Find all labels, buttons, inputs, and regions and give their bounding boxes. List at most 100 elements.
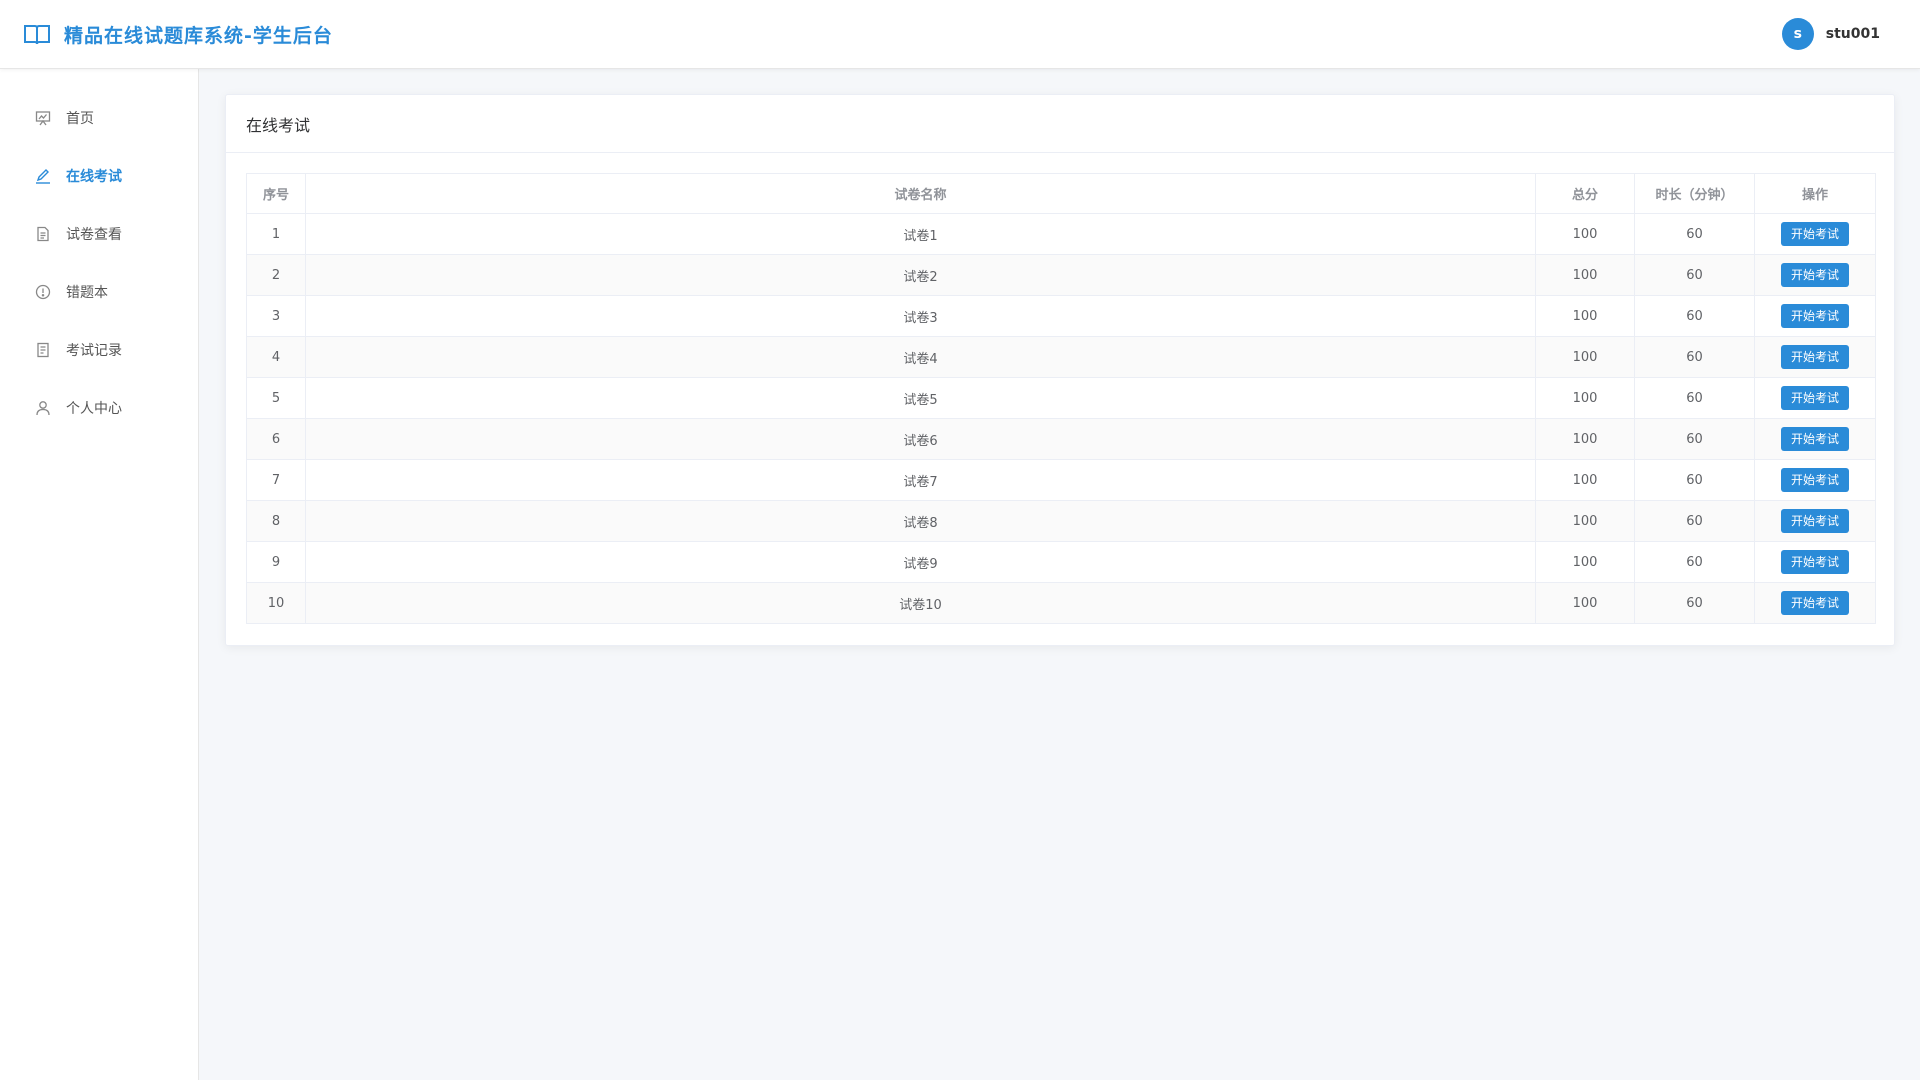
start-exam-button[interactable]: 开始考试 [1780, 550, 1849, 574]
table-row: 7 试卷7 100 60 开始考试 [246, 459, 1876, 501]
cell-action: 开始考试 [1754, 377, 1876, 419]
sidebar-item-exam-records[interactable]: 考试记录 [0, 321, 198, 379]
cell-paper-name: 试卷1 [305, 213, 1536, 255]
cell-score: 100 [1535, 541, 1635, 583]
cell-paper-name: 试卷6 [305, 418, 1536, 460]
start-exam-button[interactable]: 开始考试 [1780, 386, 1849, 410]
table-row: 2 试卷2 100 60 开始考试 [246, 254, 1876, 296]
cell-duration: 60 [1634, 377, 1755, 419]
column-header-name: 试卷名称 [305, 173, 1536, 214]
cell-index: 4 [246, 336, 306, 378]
cell-score: 100 [1535, 459, 1635, 501]
cell-paper-name: 试卷4 [305, 336, 1536, 378]
start-exam-button[interactable]: 开始考试 [1780, 591, 1849, 615]
start-exam-button[interactable]: 开始考试 [1780, 263, 1849, 287]
cell-score: 100 [1535, 336, 1635, 378]
start-exam-button[interactable]: 开始考试 [1780, 345, 1849, 369]
table-row: 5 试卷5 100 60 开始考试 [246, 377, 1876, 419]
cell-duration: 60 [1634, 541, 1755, 583]
cell-action: 开始考试 [1754, 500, 1876, 542]
cell-duration: 60 [1634, 500, 1755, 542]
cell-index: 6 [246, 418, 306, 460]
cell-action: 开始考试 [1754, 213, 1876, 255]
sidebar-item-label: 试卷查看 [66, 227, 122, 243]
avatar[interactable]: s [1781, 18, 1814, 50]
table-row: 9 试卷9 100 60 开始考试 [246, 541, 1876, 583]
table-row: 4 试卷4 100 60 开始考试 [246, 336, 1876, 378]
sidebar: 首页 在线考试 试卷查看 错题本 考试记录 个人中心 [0, 69, 199, 1080]
cell-paper-name: 试卷7 [305, 459, 1536, 501]
document-icon [34, 225, 52, 243]
cell-score: 100 [1535, 500, 1635, 542]
username[interactable]: stu001 [1826, 26, 1880, 42]
table-row: 1 试卷1 100 60 开始考试 [246, 213, 1876, 255]
cell-duration: 60 [1634, 582, 1755, 624]
cell-index: 3 [246, 295, 306, 337]
sidebar-item-label: 考试记录 [66, 343, 122, 359]
pen-icon [34, 167, 52, 185]
cell-score: 100 [1535, 213, 1635, 255]
top-bar: 精品在线试题库系统-学生后台 s stu001 [0, 0, 1920, 69]
table-row: 3 试卷3 100 60 开始考试 [246, 295, 1876, 337]
cell-action: 开始考试 [1754, 582, 1876, 624]
user-menu[interactable]: s stu001 [1781, 18, 1880, 50]
cell-paper-name: 试卷5 [305, 377, 1536, 419]
cell-action: 开始考试 [1754, 295, 1876, 337]
start-exam-button[interactable]: 开始考试 [1780, 468, 1849, 492]
cell-score: 100 [1535, 295, 1635, 337]
user-icon [34, 399, 52, 417]
sidebar-item-wrong-questions[interactable]: 错题本 [0, 263, 198, 321]
book-icon [24, 20, 52, 48]
sidebar-item-profile[interactable]: 个人中心 [0, 379, 198, 437]
exam-table: 序号 试卷名称 总分 时长（分钟） 操作 1 试卷1 100 60 开始考试 2 [246, 173, 1876, 624]
start-exam-button[interactable]: 开始考试 [1780, 509, 1849, 533]
cell-duration: 60 [1634, 254, 1755, 296]
cell-index: 7 [246, 459, 306, 501]
cell-action: 开始考试 [1754, 336, 1876, 378]
cell-index: 10 [246, 582, 306, 624]
column-header-score: 总分 [1535, 173, 1635, 214]
table-row: 6 试卷6 100 60 开始考试 [246, 418, 1876, 460]
brand: 精品在线试题库系统-学生后台 [24, 20, 333, 48]
cell-score: 100 [1535, 254, 1635, 296]
cell-action: 开始考试 [1754, 459, 1876, 501]
start-exam-button[interactable]: 开始考试 [1780, 222, 1849, 246]
column-header-duration: 时长（分钟） [1634, 173, 1755, 214]
cell-action: 开始考试 [1754, 254, 1876, 296]
card-title: 在线考试 [226, 95, 1894, 153]
sidebar-item-label: 个人中心 [66, 401, 122, 417]
start-exam-button[interactable]: 开始考试 [1780, 304, 1849, 328]
start-exam-button[interactable]: 开始考试 [1780, 427, 1849, 451]
cell-index: 9 [246, 541, 306, 583]
exam-table-wrapper: 序号 试卷名称 总分 时长（分钟） 操作 1 试卷1 100 60 开始考试 2 [246, 173, 1876, 624]
cell-score: 100 [1535, 418, 1635, 460]
cell-action: 开始考试 [1754, 541, 1876, 583]
alert-circle-icon [34, 283, 52, 301]
app-title: 精品在线试题库系统-学生后台 [64, 24, 333, 47]
sidebar-item-paper-view[interactable]: 试卷查看 [0, 205, 198, 263]
cell-action: 开始考试 [1754, 418, 1876, 460]
sidebar-item-label: 首页 [66, 111, 94, 127]
table-row: 10 试卷10 100 60 开始考试 [246, 582, 1876, 624]
cell-score: 100 [1535, 582, 1635, 624]
cell-index: 8 [246, 500, 306, 542]
cell-index: 5 [246, 377, 306, 419]
cell-score: 100 [1535, 377, 1635, 419]
cell-duration: 60 [1634, 213, 1755, 255]
sidebar-item-online-exam[interactable]: 在线考试 [0, 147, 198, 205]
table-header-row: 序号 试卷名称 总分 时长（分钟） 操作 [246, 173, 1876, 214]
sidebar-item-home[interactable]: 首页 [0, 89, 198, 147]
record-icon [34, 341, 52, 359]
column-header-action: 操作 [1754, 173, 1876, 214]
cell-duration: 60 [1634, 336, 1755, 378]
cell-index: 2 [246, 254, 306, 296]
cell-paper-name: 试卷2 [305, 254, 1536, 296]
cell-paper-name: 试卷10 [305, 582, 1536, 624]
cell-duration: 60 [1634, 295, 1755, 337]
cell-index: 1 [246, 213, 306, 255]
cell-paper-name: 试卷9 [305, 541, 1536, 583]
cell-paper-name: 试卷8 [305, 500, 1536, 542]
cell-paper-name: 试卷3 [305, 295, 1536, 337]
sidebar-item-label: 错题本 [66, 285, 108, 301]
exam-card: 在线考试 序号 试卷名称 总分 时长（分钟） 操作 1 试卷1 100 60 开… [225, 94, 1895, 646]
